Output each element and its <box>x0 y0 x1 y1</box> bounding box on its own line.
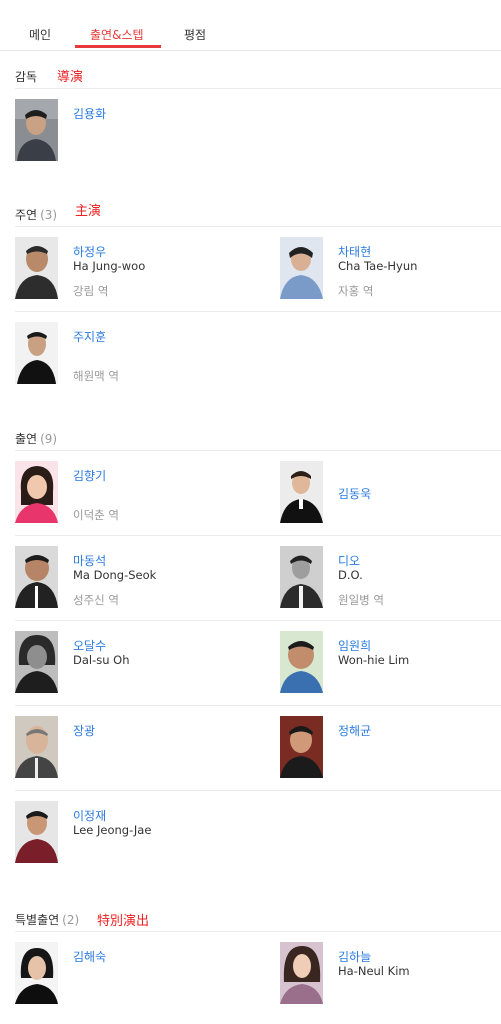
person-name[interactable]: 김해숙 <box>73 948 106 965</box>
person-role: 해원맥 역 <box>73 369 119 383</box>
person-role: 이덕춘 역 <box>73 508 119 522</box>
tab-main[interactable]: 메인 <box>29 26 51 43</box>
person-name-en: D.O. <box>338 568 363 582</box>
person-name-en: Won-hie Lim <box>338 653 410 667</box>
person-role: 원일병 역 <box>338 593 384 607</box>
person-name[interactable]: 김용화 <box>73 105 106 122</box>
person-name[interactable]: 하정우 <box>73 243 106 260</box>
person-name[interactable]: 임원희 <box>338 637 371 654</box>
person-photo[interactable] <box>15 716 58 778</box>
person-photo[interactable] <box>15 631 58 693</box>
person-name[interactable]: 정해균 <box>338 722 371 739</box>
person-name-en: Cha Tae-Hyun <box>338 259 418 273</box>
divider <box>15 535 501 536</box>
person-name[interactable]: 디오 <box>338 552 360 569</box>
person-photo[interactable] <box>15 99 58 161</box>
person-photo[interactable] <box>15 237 58 299</box>
divider <box>15 931 501 932</box>
person-name-en: Ha-Neul Kim <box>338 964 410 978</box>
person-name-en: Dal-su Oh <box>73 653 130 667</box>
person-photo[interactable] <box>280 631 323 693</box>
person-name-en: Lee Jeong-Jae <box>73 823 152 837</box>
section-title-lead: 주연 (3) <box>15 206 57 223</box>
person-role: 강림 역 <box>73 284 109 298</box>
section-count: (9) <box>40 432 58 446</box>
tab-cast-staff[interactable]: 출연&스텝 <box>90 26 144 43</box>
person-name[interactable]: 김하늘 <box>338 948 371 965</box>
divider <box>15 226 501 227</box>
section-count: (3) <box>40 208 58 222</box>
active-tab-indicator <box>75 45 161 48</box>
person-photo[interactable] <box>15 461 58 523</box>
person-photo[interactable] <box>15 322 58 384</box>
person-name-en: Ha Jung-woo <box>73 259 146 273</box>
tab-rating[interactable]: 평점 <box>184 26 206 43</box>
divider <box>15 88 501 89</box>
person-name[interactable]: 마동석 <box>73 552 106 569</box>
person-name[interactable]: 김향기 <box>73 467 106 484</box>
person-name[interactable]: 이정재 <box>73 807 106 824</box>
person-photo[interactable] <box>15 942 58 1004</box>
section-count: (2) <box>62 913 80 927</box>
annotation-lead: 主演 <box>75 204 102 219</box>
section-title-special: 특별출연 (2) <box>15 911 79 928</box>
annotation-special: 特別演出 <box>97 914 150 929</box>
person-role: 자홍 역 <box>338 284 374 298</box>
tab-bar: 메인 출연&스텝 평점 <box>0 0 501 51</box>
person-photo[interactable] <box>280 237 323 299</box>
person-name-en: Ma Dong-Seok <box>73 568 157 582</box>
divider <box>15 311 501 312</box>
section-title-director: 감독 <box>15 68 37 85</box>
section-title-text: 출연 <box>15 432 38 446</box>
section-title-text: 특별출연 <box>15 913 60 927</box>
person-name[interactable]: 장광 <box>73 722 95 739</box>
person-photo[interactable] <box>280 942 323 1004</box>
person-name[interactable]: 주지훈 <box>73 328 106 345</box>
section-title-text: 감독 <box>15 70 38 84</box>
annotation-director: 導演 <box>57 70 84 85</box>
person-name[interactable]: 오달수 <box>73 637 106 654</box>
person-name[interactable]: 김동욱 <box>338 485 371 502</box>
divider <box>15 705 501 706</box>
person-photo[interactable] <box>15 546 58 608</box>
divider <box>15 450 501 451</box>
person-role: 성주신 역 <box>73 593 119 607</box>
divider <box>15 620 501 621</box>
person-name[interactable]: 차태현 <box>338 243 371 260</box>
person-photo[interactable] <box>280 461 323 523</box>
section-title-text: 주연 <box>15 208 38 222</box>
person-photo[interactable] <box>280 716 323 778</box>
section-title-cast: 출연 (9) <box>15 430 57 447</box>
person-photo[interactable] <box>15 801 58 863</box>
divider <box>15 790 501 791</box>
person-photo[interactable] <box>280 546 323 608</box>
